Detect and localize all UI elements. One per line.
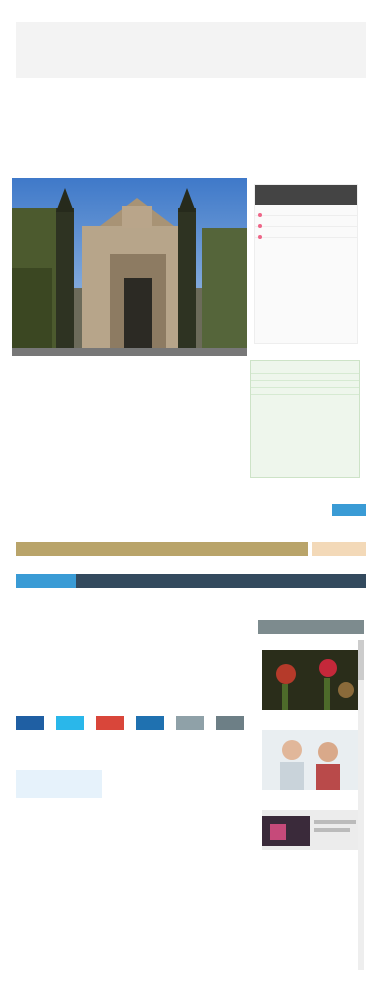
promo-box[interactable] bbox=[250, 360, 360, 478]
section-nav-active-tab[interactable] bbox=[16, 574, 76, 588]
section-nav bbox=[16, 574, 366, 588]
related-news-item[interactable] bbox=[255, 216, 357, 228]
most-read-thumbnail[interactable] bbox=[262, 650, 360, 710]
facebook-share-button[interactable] bbox=[16, 716, 44, 730]
email-share-button[interactable] bbox=[176, 716, 204, 730]
subscribe-button[interactable] bbox=[332, 504, 366, 516]
monastery-photo-image bbox=[12, 178, 247, 356]
linkedin-share-button[interactable] bbox=[136, 716, 164, 730]
related-news-header bbox=[255, 185, 357, 205]
related-news-panel bbox=[254, 184, 358, 344]
flowers-thumbnail-image bbox=[262, 650, 360, 710]
most-read-item[interactable] bbox=[258, 714, 364, 726]
top-right-link-1[interactable] bbox=[300, 6, 330, 14]
google-share-button[interactable] bbox=[96, 716, 124, 730]
people-thumbnail-image bbox=[262, 730, 360, 790]
most-read-item[interactable] bbox=[258, 854, 364, 866]
bullet-icon bbox=[258, 235, 262, 239]
top-center-link-1[interactable] bbox=[122, 6, 182, 14]
top-center-link-2[interactable] bbox=[190, 6, 246, 14]
gold-tag[interactable] bbox=[312, 542, 366, 556]
top-right-link-2[interactable] bbox=[336, 6, 366, 14]
secondary-nav bbox=[16, 502, 366, 520]
twitter-share-button[interactable] bbox=[56, 716, 84, 730]
ad-banner[interactable] bbox=[16, 22, 366, 78]
promo-title bbox=[251, 361, 359, 373]
gold-banner[interactable] bbox=[16, 542, 308, 556]
sidebar-scrollbar[interactable] bbox=[358, 640, 364, 970]
promo-row[interactable] bbox=[251, 373, 359, 380]
most-read-panel bbox=[258, 620, 364, 980]
article2-body bbox=[16, 760, 244, 764]
promo-row[interactable] bbox=[251, 387, 359, 394]
top-left-link[interactable] bbox=[16, 6, 30, 14]
scrollbar-thumb[interactable] bbox=[358, 640, 364, 680]
most-read-header bbox=[258, 620, 364, 634]
most-read-thumbnail[interactable] bbox=[262, 810, 360, 850]
top-bar bbox=[0, 0, 378, 22]
most-read-item[interactable] bbox=[258, 634, 364, 646]
related-news-item[interactable] bbox=[255, 227, 357, 239]
share-buttons bbox=[16, 716, 244, 730]
article-photo bbox=[12, 178, 247, 356]
crowd-thumbnail-image bbox=[262, 810, 360, 850]
print-share-button[interactable] bbox=[216, 716, 244, 730]
related-news-item[interactable] bbox=[255, 205, 357, 217]
pull-quote bbox=[16, 766, 102, 798]
article-body bbox=[14, 388, 242, 394]
promo-row[interactable] bbox=[251, 380, 359, 387]
most-read-item[interactable] bbox=[258, 794, 364, 806]
promo-row[interactable] bbox=[251, 394, 359, 401]
most-read-thumbnail[interactable] bbox=[262, 730, 360, 790]
pull-quote-body bbox=[16, 770, 102, 798]
